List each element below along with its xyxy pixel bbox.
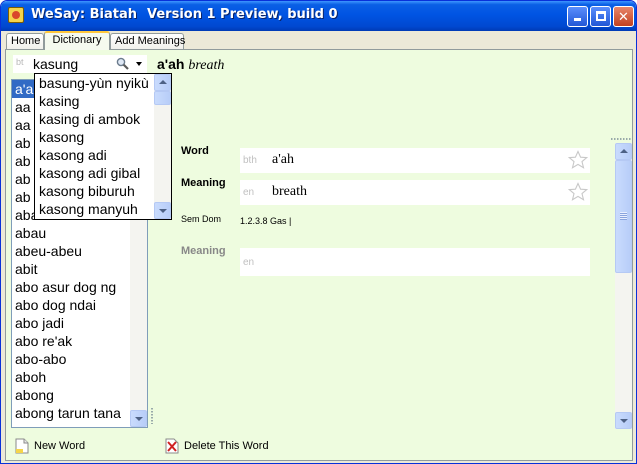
delete-word-button[interactable]: Delete This Word [165, 437, 269, 455]
entry-headword: a'ah [157, 56, 185, 72]
word-value: a'ah [272, 152, 294, 167]
word-list-item[interactable]: aboh [12, 368, 130, 386]
minimize-button[interactable] [567, 6, 588, 27]
window-title: WeSay: Biatah [31, 7, 138, 22]
detail-scroll-thumb[interactable] [615, 160, 632, 273]
title-bar[interactable]: WeSay: Biatah Version 1 Preview, build 0… [1, 1, 636, 31]
word-list-item[interactable]: abong tarun tana [12, 404, 130, 422]
word-list-item[interactable]: abeu-abeu [12, 242, 130, 260]
suggestion-item[interactable]: kasing di ambok [35, 110, 153, 128]
word-field[interactable]: bth a'ah [240, 148, 590, 173]
meaning-writing-system: en [243, 187, 255, 198]
word-list-item[interactable]: abo re'ak [12, 332, 130, 350]
suggestion-item[interactable]: kasing [35, 92, 153, 110]
word-label: Word [181, 145, 209, 157]
dropdown-scrollbar[interactable] [154, 74, 171, 219]
minimize-icon [574, 18, 581, 21]
tab-dictionary[interactable]: Dictionary [44, 31, 110, 50]
tab-home[interactable]: Home [6, 33, 44, 50]
delete-word-label: Delete This Word [184, 440, 269, 452]
dictionary-panel: bt kasung a'ah breath a'ah aa aa ab ab ab ab ab… [5, 49, 633, 461]
star-icon[interactable] [568, 150, 588, 170]
app-window: WeSay: Biatah Version 1 Preview, build 0… [0, 0, 637, 464]
semdom-value[interactable]: 1.2.3.8 Gas | [240, 216, 291, 226]
scroll-down-button[interactable] [130, 410, 147, 427]
word-list-item[interactable]: abit [12, 260, 130, 278]
new-word-button[interactable]: New Word [15, 437, 85, 455]
word-list-item[interactable]: abo-abo [12, 350, 130, 368]
search-value: kasung [33, 56, 79, 72]
close-icon: ✕ [618, 9, 629, 24]
app-icon [8, 7, 24, 23]
suggestion-item[interactable]: kasong manyuh [35, 200, 153, 218]
meaning2-writing-system: en [243, 257, 255, 268]
search-input[interactable]: bt kasung [12, 54, 148, 74]
search-suggestions-dropdown[interactable]: basung-yùn nyikù kasing kasing di ambok kas… [34, 73, 172, 220]
detail-scroll-up-button[interactable] [615, 143, 632, 160]
entry-gloss: breath [188, 58, 225, 73]
new-document-icon [15, 438, 29, 454]
magnifier-icon[interactable] [116, 57, 129, 70]
entry-header: a'ah breath [157, 56, 224, 74]
delete-document-icon [165, 438, 179, 454]
suggestion-item[interactable]: kasong adi [35, 146, 153, 164]
meaning-field[interactable]: en breath [240, 180, 590, 205]
word-list-item[interactable]: abong [12, 386, 130, 404]
maximize-icon [595, 11, 606, 21]
dropdown-scroll-up-button[interactable] [154, 74, 171, 91]
star-icon[interactable] [568, 182, 588, 202]
word-list-item[interactable]: abau [12, 224, 130, 242]
search-writing-system: bt [16, 57, 24, 67]
word-list-item[interactable]: abo asur dog ng [12, 278, 130, 296]
splitter-grip[interactable] [151, 408, 153, 424]
meaning2-field[interactable]: en [240, 248, 590, 276]
detail-scroll-down-button[interactable] [615, 412, 632, 429]
entry-detail: Word bth a'ah Meaning en breath Sem Dom … [176, 142, 620, 428]
suggestion-item[interactable]: kasong [35, 128, 153, 146]
meaning2-label: Meaning [181, 245, 226, 257]
tab-strip: Home Dictionary Add Meanings [6, 31, 185, 50]
suggestion-item[interactable]: kasong biburuh [35, 182, 153, 200]
suggestion-rows: basung-yùn nyikù kasing kasing di ambok kas… [35, 74, 153, 218]
dropdown-scroll-thumb[interactable] [154, 91, 171, 105]
word-list-item[interactable]: abo jadi [12, 314, 130, 332]
word-writing-system: bth [243, 155, 257, 166]
semdom-label: Sem Dom [181, 214, 222, 224]
search-dropdown-arrow-icon[interactable] [136, 62, 142, 66]
dropdown-scroll-down-button[interactable] [154, 202, 171, 219]
detail-scrollbar[interactable] [615, 143, 632, 429]
tab-add-meanings[interactable]: Add Meanings [110, 33, 185, 50]
maximize-button[interactable] [590, 6, 611, 27]
suggestion-item[interactable]: basung-yùn nyikù [35, 74, 153, 92]
meaning-value: breath [272, 184, 307, 199]
new-word-label: New Word [34, 440, 86, 452]
suggestion-item[interactable]: kasong adi gibal [35, 164, 153, 182]
meaning-label: Meaning [181, 177, 226, 189]
detail-grip[interactable] [611, 138, 631, 140]
window-version: Version 1 Preview, build 0 [147, 7, 338, 22]
word-list-item[interactable]: abo dog ndai [12, 296, 130, 314]
close-button[interactable]: ✕ [613, 6, 634, 27]
